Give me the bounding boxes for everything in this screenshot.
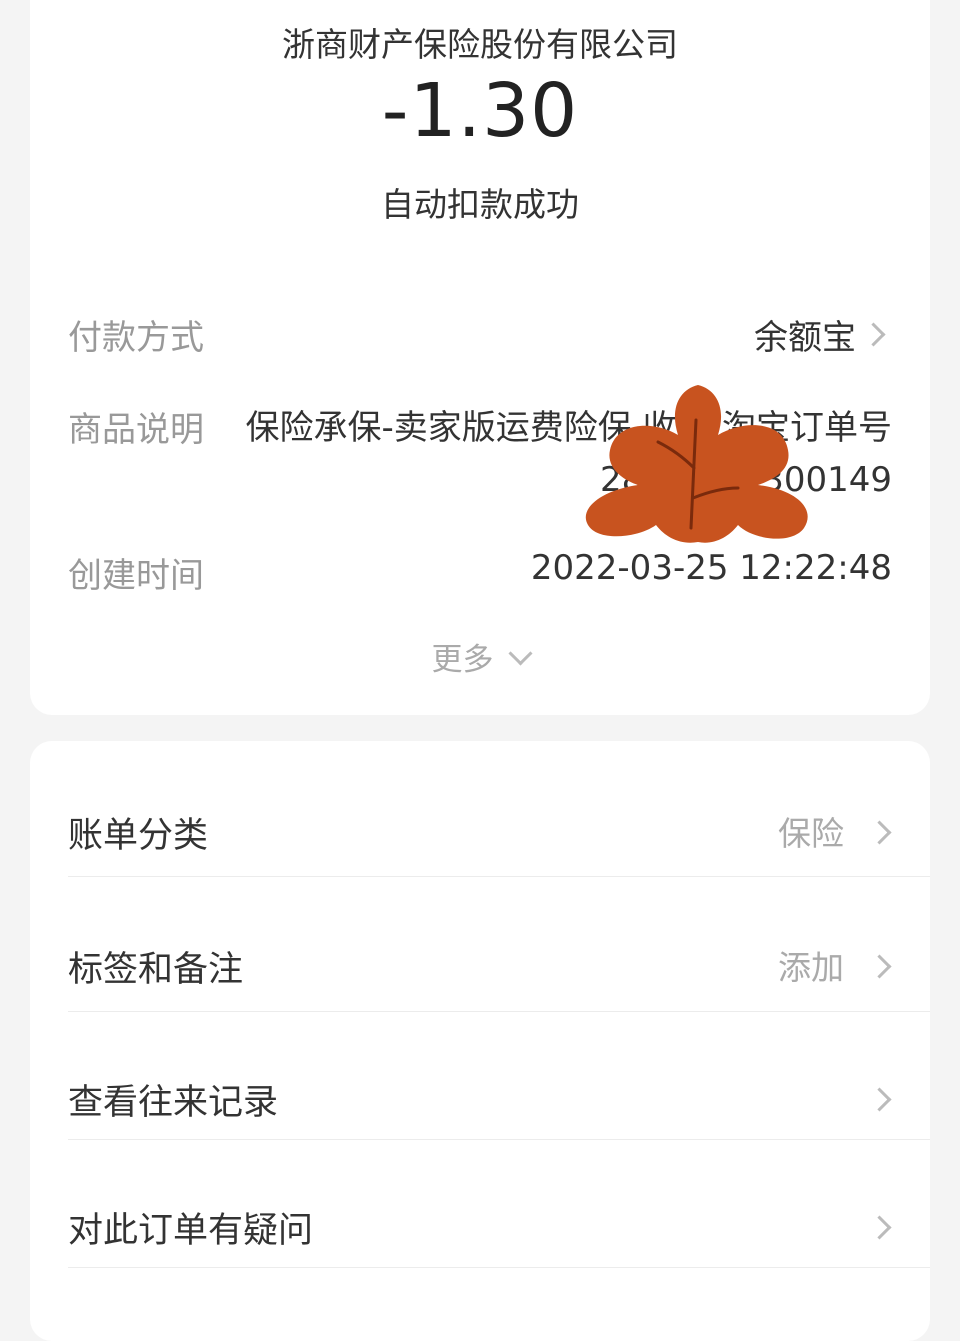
list-item-value: 保险 — [778, 814, 844, 853]
list-item-category[interactable]: 账单分类 保险 — [30, 807, 930, 856]
bill-actions-card: 账单分类 保险 标签和备注 添加 查看往来记录 对此订单有疑问 — [30, 741, 930, 1341]
list-item-tags-notes[interactable]: 标签和备注 添加 — [30, 941, 930, 990]
divider — [68, 1011, 930, 1012]
divider — [68, 1139, 930, 1140]
merchant-name: 浙商财产保险股份有限公司 — [282, 25, 678, 64]
chevron-right-icon — [867, 820, 892, 845]
created-time-label: 创建时间 — [68, 556, 204, 596]
maple-leaf-icon — [585, 385, 808, 543]
description-label: 商品说明 — [68, 410, 204, 450]
list-item-label: 账单分类 — [68, 816, 209, 856]
list-item-order-question[interactable]: 对此订单有疑问 — [30, 1202, 930, 1251]
bill-status: 自动扣款成功 — [381, 185, 579, 224]
chevron-right-icon — [867, 954, 892, 979]
list-item-label: 查看往来记录 — [68, 1083, 279, 1123]
bill-summary-card: 浙商财产保险股份有限公司 -1.30 自动扣款成功 付款方式 余额宝 商品说明 … — [30, 0, 930, 715]
list-item-value: 添加 — [778, 948, 844, 987]
more-button[interactable]: 更多 — [30, 634, 930, 679]
list-item-records[interactable]: 查看往来记录 — [30, 1074, 930, 1123]
list-item-label: 对此订单有疑问 — [68, 1211, 314, 1251]
chevron-right-icon — [867, 1087, 892, 1112]
payment-method-value[interactable]: 余额宝 — [754, 310, 856, 359]
divider — [68, 876, 930, 877]
divider — [68, 1267, 930, 1268]
list-item-label: 标签和备注 — [68, 950, 244, 990]
created-time-value: 2022-03-25 12:22:48 — [530, 548, 892, 588]
bill-amount: -1.30 — [381, 68, 579, 154]
chevron-right-icon — [867, 1215, 892, 1240]
chevron-down-icon — [507, 641, 533, 666]
chevron-right-icon[interactable] — [861, 322, 886, 347]
more-label: 更多 — [431, 642, 494, 678]
payment-method-label: 付款方式 — [68, 318, 204, 358]
maple-leaf-body — [585, 385, 808, 543]
